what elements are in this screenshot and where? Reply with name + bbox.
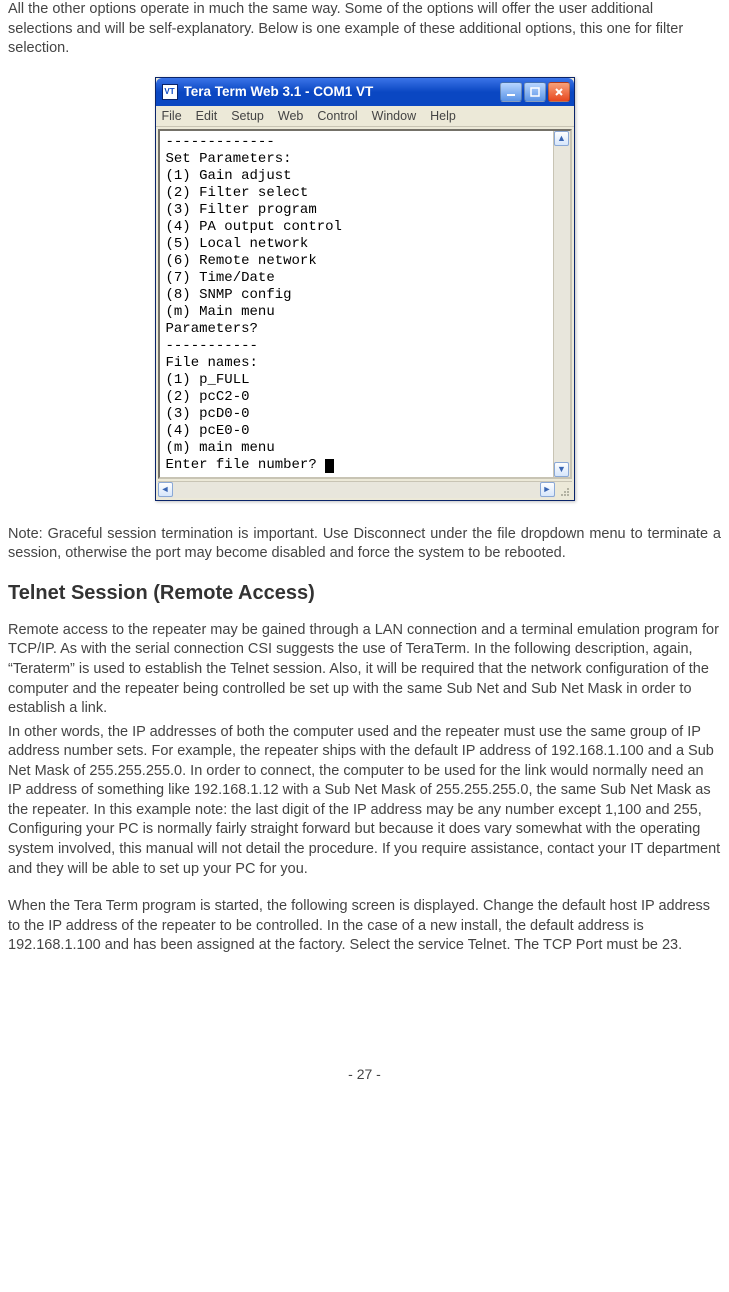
scroll-up-button[interactable]: ▲: [554, 131, 569, 146]
terminal-output[interactable]: ------------- Set Parameters: (1) Gain a…: [160, 131, 553, 477]
scroll-right-button[interactable]: ►: [540, 482, 555, 497]
close-button[interactable]: [548, 82, 570, 102]
menu-setup[interactable]: Setup: [231, 109, 264, 123]
menu-web[interactable]: Web: [278, 109, 303, 123]
terminal-client: ------------- Set Parameters: (1) Gain a…: [158, 129, 572, 479]
menu-file[interactable]: File: [162, 109, 182, 123]
titlebar[interactable]: VT Tera Term Web 3.1 - COM1 VT: [156, 78, 574, 106]
telnet-paragraph-3: When the Tera Term program is started, t…: [8, 897, 721, 956]
maximize-button[interactable]: [524, 82, 546, 102]
resize-grip-icon[interactable]: [555, 482, 572, 499]
page-number: - 27 -: [8, 1066, 721, 1082]
menu-help[interactable]: Help: [430, 109, 456, 123]
cursor-icon: [325, 459, 334, 473]
scroll-down-button[interactable]: ▼: [554, 462, 569, 477]
note-paragraph: Note: Graceful session termination is im…: [8, 525, 721, 564]
intro-paragraph: All the other options operate in much th…: [8, 0, 721, 59]
menubar: File Edit Setup Web Control Window Help: [156, 106, 574, 127]
section-heading: Telnet Session (Remote Access): [8, 582, 721, 605]
telnet-paragraph-2: In other words, the IP addresses of both…: [8, 723, 721, 880]
window-title: Tera Term Web 3.1 - COM1 VT: [184, 84, 500, 99]
terminal-text: ------------- Set Parameters: (1) Gain a…: [166, 134, 342, 473]
telnet-paragraph-1: Remote access to the repeater may be gai…: [8, 621, 721, 719]
vertical-scrollbar[interactable]: ▲ ▼: [553, 131, 570, 477]
scroll-left-button[interactable]: ◄: [158, 482, 173, 497]
menu-edit[interactable]: Edit: [196, 109, 218, 123]
app-icon: VT: [162, 84, 178, 100]
teraterm-window: VT Tera Term Web 3.1 - COM1 VT File Edit…: [155, 77, 575, 501]
horizontal-scrollbar[interactable]: ◄ ►: [158, 481, 572, 498]
minimize-button[interactable]: [500, 82, 522, 102]
menu-control[interactable]: Control: [317, 109, 357, 123]
menu-window[interactable]: Window: [372, 109, 416, 123]
teraterm-screenshot: VT Tera Term Web 3.1 - COM1 VT File Edit…: [8, 77, 721, 501]
